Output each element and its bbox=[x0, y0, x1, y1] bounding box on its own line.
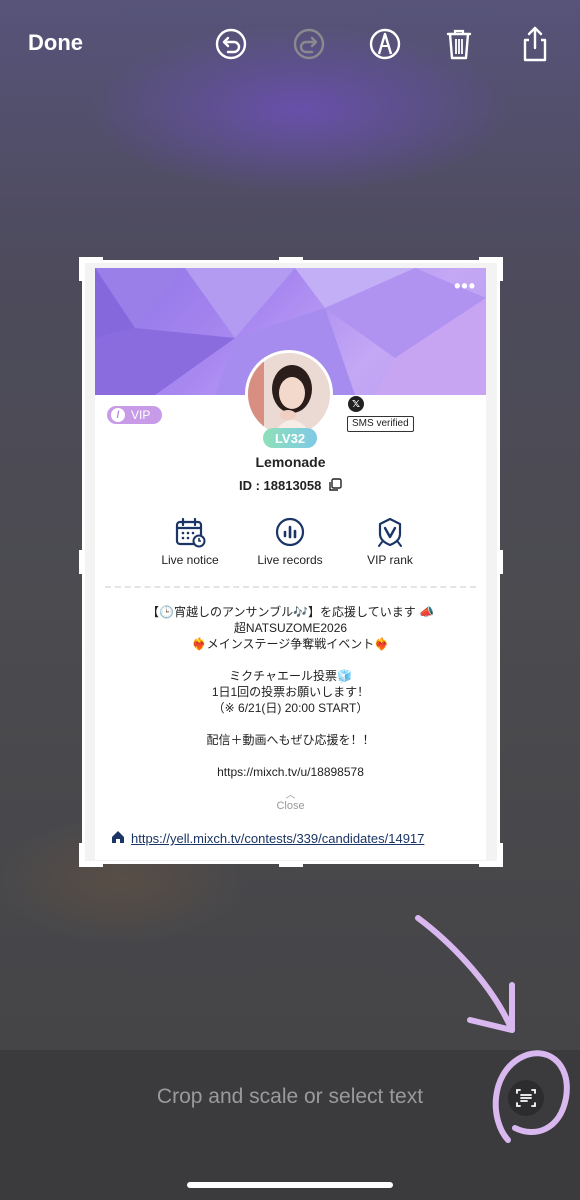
handdrawn-annotation bbox=[415, 915, 570, 1143]
arrow-annotation-icon bbox=[415, 915, 570, 1143]
